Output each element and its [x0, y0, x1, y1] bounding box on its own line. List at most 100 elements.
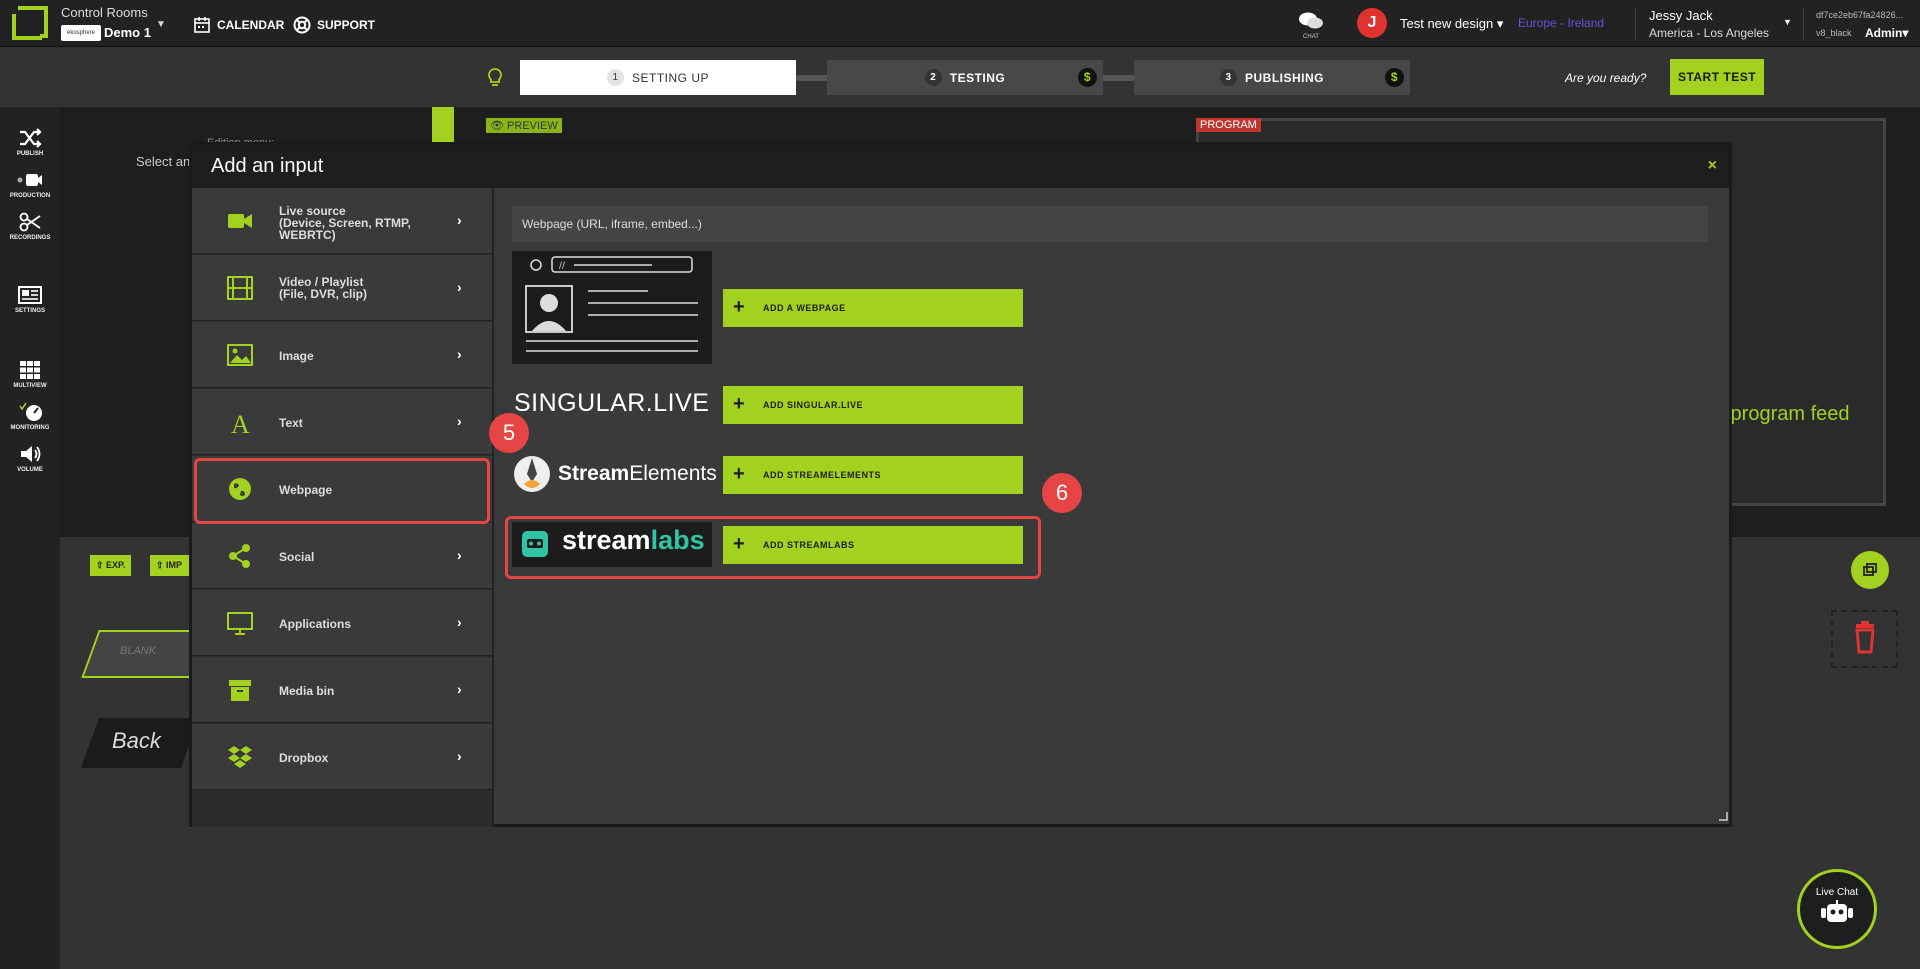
category-label: Media bin — [279, 684, 335, 698]
step-testing[interactable]: 2 TESTING $ — [827, 60, 1103, 95]
preview-text: PREVIEW — [507, 120, 558, 132]
delete-dropzone[interactable] — [1831, 610, 1898, 668]
webpage-thumbnail: // — [512, 251, 712, 364]
modal-title: Add an input — [211, 155, 324, 177]
chat-button[interactable]: CHAT — [1296, 11, 1326, 41]
calendar-icon — [194, 17, 210, 33]
program-label: PROGRAM — [1196, 118, 1261, 132]
film-icon — [227, 276, 253, 300]
step-setting-up[interactable]: 1 SETTING UP — [520, 60, 796, 95]
monitor-icon — [227, 612, 253, 635]
select-instruction: Select an — [136, 154, 191, 169]
role-selector[interactable]: Admin▾ — [1865, 26, 1908, 40]
step-label: PUBLISHING — [1244, 70, 1324, 85]
popout-button[interactable] — [1851, 551, 1889, 589]
avatar[interactable]: J — [1357, 8, 1387, 38]
speaker-icon — [21, 446, 41, 462]
chevron-right-icon: › — [457, 212, 462, 228]
grid-icon — [20, 361, 40, 379]
user-dropdown-icon[interactable]: ▼ — [1783, 17, 1792, 27]
calendar-link[interactable]: CALENDAR — [193, 16, 284, 34]
nav-label: VOLUME — [17, 467, 43, 473]
add-streamelements-label: ADD STREAMELEMENTS — [763, 470, 882, 480]
live-chat-button[interactable]: Live Chat — [1797, 869, 1877, 949]
category-dropbox[interactable]: Dropbox › — [192, 724, 492, 790]
chevron-right-icon: › — [457, 279, 462, 295]
divider — [1803, 8, 1804, 40]
role-label: Admin — [1865, 26, 1903, 40]
step-number: 2 — [924, 69, 942, 86]
category-media-bin[interactable]: Media bin › — [192, 657, 492, 723]
ready-text: Are you ready? — [1565, 71, 1647, 85]
video-camera-icon — [17, 174, 42, 186]
category-text[interactable]: A Text › — [192, 389, 492, 455]
session-id: df7ce2eb67fa24826... — [1816, 10, 1904, 20]
nav-settings[interactable]: SETTINGS — [0, 284, 60, 314]
dollar-icon: $ — [1385, 68, 1404, 87]
step-publishing[interactable]: 3 PUBLISHING $ — [1134, 60, 1410, 95]
nav-monitoring[interactable]: MONITORING — [0, 401, 60, 431]
text-icon: A — [231, 410, 250, 436]
resize-handle[interactable] — [1719, 812, 1728, 821]
chevron-right-icon: › — [457, 346, 462, 362]
category-social[interactable]: Social › — [192, 523, 492, 589]
region-label[interactable]: Europe - Ireland — [1518, 16, 1604, 30]
chevron-right-icon: › — [457, 681, 462, 697]
video-camera-icon — [228, 214, 252, 228]
design-name: Test new design — [1400, 16, 1494, 31]
nav-multiview[interactable]: MULTIVIEW — [0, 359, 60, 389]
chevron-right-icon: › — [457, 614, 462, 630]
category-live-source[interactable]: Live source (Device, Screen, RTMP, WEBRT… — [192, 188, 492, 254]
category-label: Live source (Device, Screen, RTMP, WEBRT… — [279, 204, 411, 242]
modal-header: Add an input × — [192, 145, 1729, 188]
streamelements-logo-bold: Stream — [558, 462, 630, 485]
control-rooms-logo-icon[interactable] — [12, 6, 48, 40]
plus-icon: + — [733, 296, 746, 318]
step-connector — [1103, 75, 1134, 81]
share-icon — [229, 544, 250, 568]
nav-production[interactable]: PRODUCTION — [0, 169, 60, 199]
design-selector[interactable]: Test new design ▾ — [1400, 16, 1503, 32]
plus-icon: + — [733, 463, 746, 485]
nav-label: RECORDINGS — [9, 235, 51, 241]
nav-label: PUBLISH — [16, 151, 44, 157]
category-image[interactable]: Image › — [192, 322, 492, 388]
divider — [1635, 8, 1636, 40]
close-icon[interactable]: × — [1708, 157, 1717, 175]
theme-name: v8_black — [1816, 28, 1852, 38]
user-name[interactable]: Jessy Jack — [1649, 8, 1713, 23]
room-name[interactable]: Demo 1 — [104, 25, 151, 40]
stage-indicator — [432, 107, 454, 142]
add-singular-label: ADD SINGULAR.LIVE — [763, 400, 864, 410]
nav-publish[interactable]: PUBLISH — [0, 127, 60, 157]
start-test-button[interactable]: START TEST — [1670, 59, 1764, 95]
nav-label: MULTIVIEW — [13, 383, 47, 389]
category-label: Applications — [279, 617, 352, 631]
left-nav: PUBLISH PRODUCTION RECORDINGS SETTINGS M… — [0, 107, 60, 969]
category-applications[interactable]: Applications › — [192, 590, 492, 656]
webpage-url-input[interactable] — [512, 206, 1708, 242]
top-bar: Control Rooms ekosphere Demo 1 ▼ CALENDA… — [0, 0, 1920, 47]
import-label: IMP — [166, 560, 183, 570]
add-streamelements-button[interactable]: + ADD STREAMELEMENTS — [723, 456, 1023, 494]
robot-icon — [1821, 900, 1853, 922]
streamelements-logo-rest: Elements — [629, 462, 717, 485]
plus-icon: + — [733, 393, 746, 415]
category-label: Video / Playlist (File, DVR, clip) — [279, 275, 368, 301]
import-button[interactable]: ⇧ IMP — [150, 555, 192, 576]
add-webpage-button[interactable]: + ADD A WEBPAGE — [723, 289, 1023, 327]
back-label: Back — [112, 728, 161, 753]
step-label: TESTING — [949, 70, 1006, 85]
lightbulb-icon[interactable] — [486, 68, 504, 88]
chat-icon — [1299, 12, 1323, 29]
support-label: SUPPORT — [317, 18, 376, 32]
step-label: SETTING UP — [631, 70, 709, 85]
nav-volume[interactable]: VOLUME — [0, 443, 60, 473]
nav-recordings[interactable]: RECORDINGS — [0, 211, 60, 241]
webpage-illustration-icon: // — [525, 256, 698, 352]
export-button[interactable]: ⇧ EXP. — [90, 555, 132, 576]
room-dropdown-icon[interactable]: ▼ — [156, 19, 166, 30]
support-link[interactable]: SUPPORT — [293, 16, 375, 34]
category-video-playlist[interactable]: Video / Playlist (File, DVR, clip) › — [192, 255, 492, 321]
add-singular-live-button[interactable]: + ADD SINGULAR.LIVE — [723, 386, 1023, 424]
